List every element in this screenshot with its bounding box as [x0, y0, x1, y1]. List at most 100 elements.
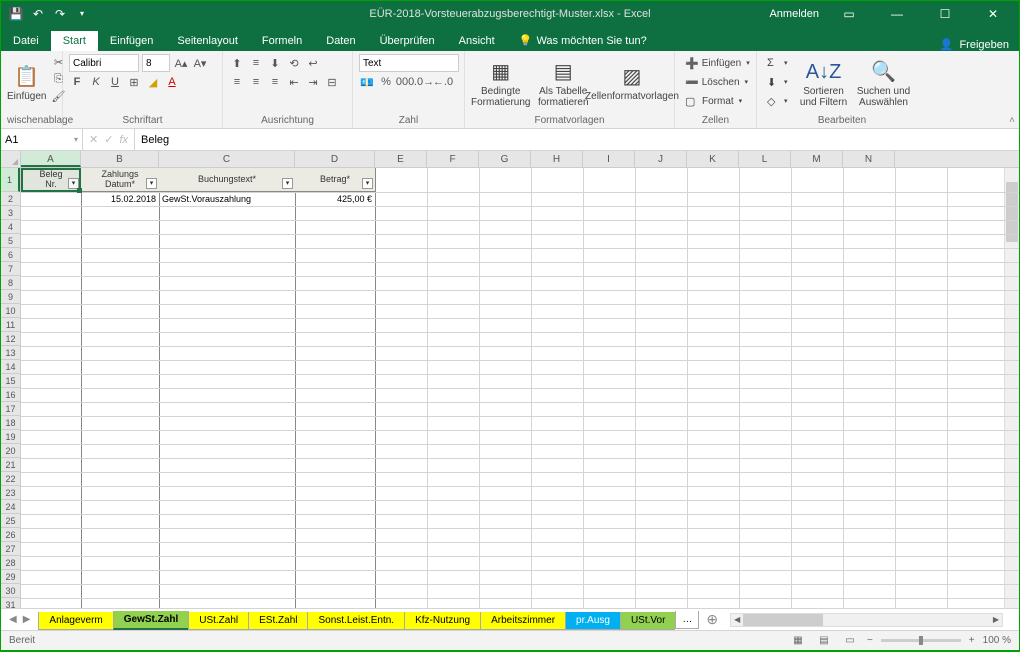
clear-button[interactable]: ◇▾	[763, 92, 792, 110]
row-header-3[interactable]: 3	[1, 206, 20, 220]
sheet-tab-kfz-nutzung[interactable]: Kfz-Nutzung	[404, 612, 481, 630]
sheet-nav-prev-icon[interactable]: ◀	[9, 614, 17, 625]
row-header-18[interactable]: 18	[1, 416, 20, 430]
col-header-E[interactable]: E	[375, 151, 427, 167]
col-header-I[interactable]: I	[583, 151, 635, 167]
font-color-icon[interactable]: A	[164, 74, 180, 90]
tab-home[interactable]: Start	[51, 31, 98, 51]
paste-button[interactable]: 📋 Einfügen	[7, 54, 46, 113]
row-header-14[interactable]: 14	[1, 360, 20, 374]
row-header-24[interactable]: 24	[1, 500, 20, 514]
sheet-tab-sonstleistentn[interactable]: Sonst.Leist.Entn.	[307, 612, 405, 630]
bold-icon[interactable]: F	[69, 74, 85, 90]
col-header-H[interactable]: H	[531, 151, 583, 167]
row-header-6[interactable]: 6	[1, 248, 20, 262]
sheet-more-button[interactable]: …	[675, 611, 699, 629]
decrease-indent-icon[interactable]: ⇤	[286, 74, 302, 90]
align-middle-icon[interactable]: ≡	[248, 55, 264, 71]
format-as-table-button[interactable]: ▤ Als Tabelle formatieren	[534, 54, 592, 113]
share-button[interactable]: Freigeben	[959, 39, 1009, 51]
row-header-17[interactable]: 17	[1, 402, 20, 416]
table-header-B[interactable]: ZahlungsDatum*▾	[81, 168, 159, 192]
tab-layout[interactable]: Seitenlayout	[165, 31, 250, 51]
minimize-icon[interactable]: —	[879, 1, 915, 26]
row-header-20[interactable]: 20	[1, 444, 20, 458]
find-select-button[interactable]: 🔍 Suchen und Auswählen	[856, 54, 912, 113]
number-format-combo[interactable]	[359, 54, 459, 72]
underline-icon[interactable]: U	[107, 74, 123, 90]
row-header-30[interactable]: 30	[1, 584, 20, 598]
tell-me[interactable]: 💡 Was möchten Sie tun?	[507, 30, 659, 51]
tab-review[interactable]: Überprüfen	[368, 31, 447, 51]
name-box[interactable]: A1	[1, 129, 83, 150]
increase-font-icon[interactable]: A▴	[173, 55, 189, 71]
row-header-7[interactable]: 7	[1, 262, 20, 276]
col-header-K[interactable]: K	[687, 151, 739, 167]
tab-view[interactable]: Ansicht	[447, 31, 507, 51]
formula-input[interactable]: Beleg	[135, 129, 1019, 150]
border-icon[interactable]: ⊞	[126, 74, 142, 90]
tab-insert[interactable]: Einfügen	[98, 31, 165, 51]
select-all-corner[interactable]	[1, 151, 21, 167]
signin-link[interactable]: Anmelden	[769, 8, 819, 20]
col-header-M[interactable]: M	[791, 151, 843, 167]
row-header-22[interactable]: 22	[1, 472, 20, 486]
row-header-25[interactable]: 25	[1, 514, 20, 528]
col-header-N[interactable]: N	[843, 151, 895, 167]
page-layout-view-icon[interactable]: ▤	[815, 633, 833, 649]
fx-icon[interactable]: fx	[119, 134, 128, 146]
col-header-D[interactable]: D	[295, 151, 375, 167]
table-header-C[interactable]: Buchungstext*▾	[159, 168, 295, 192]
row-header-11[interactable]: 11	[1, 318, 20, 332]
tab-formulas[interactable]: Formeln	[250, 31, 314, 51]
undo-icon[interactable]: ↶	[31, 7, 45, 21]
col-header-G[interactable]: G	[479, 151, 531, 167]
page-break-view-icon[interactable]: ▭	[841, 633, 859, 649]
insert-cells-button[interactable]: ➕Einfügen▾	[681, 54, 750, 72]
increase-indent-icon[interactable]: ⇥	[305, 74, 321, 90]
row-header-5[interactable]: 5	[1, 234, 20, 248]
align-top-icon[interactable]: ⬆	[229, 55, 245, 71]
sheet-tab-arbeitszimmer[interactable]: Arbeitszimmer	[480, 612, 566, 630]
autosum-button[interactable]: Σ▾	[763, 54, 792, 72]
normal-view-icon[interactable]: ▦	[789, 633, 807, 649]
row-header-27[interactable]: 27	[1, 542, 20, 556]
new-sheet-button[interactable]: ⊕	[698, 611, 726, 628]
wrap-text-icon[interactable]: ↩	[305, 55, 321, 71]
row-header-26[interactable]: 26	[1, 528, 20, 542]
align-left-icon[interactable]: ≡	[229, 74, 245, 90]
row-header-15[interactable]: 15	[1, 374, 20, 388]
comma-icon[interactable]: 000	[397, 74, 413, 90]
align-center-icon[interactable]: ≡	[248, 74, 264, 90]
align-bottom-icon[interactable]: ⬇	[267, 55, 283, 71]
format-cells-button[interactable]: ▢Format▾	[681, 92, 750, 110]
qat-customize-icon[interactable]: ▾	[75, 7, 89, 21]
col-header-L[interactable]: L	[739, 151, 791, 167]
col-header-A[interactable]: A	[21, 151, 81, 167]
conditional-formatting-button[interactable]: ▦ Bedingte Formatierung	[471, 54, 530, 113]
zoom-out-icon[interactable]: −	[867, 635, 873, 646]
fill-color-icon[interactable]: ◢	[145, 74, 161, 90]
cell-B2[interactable]: 15.02.2018	[81, 192, 159, 206]
cancel-formula-icon[interactable]: ✕	[89, 133, 98, 146]
row-header-9[interactable]: 9	[1, 290, 20, 304]
row-header-16[interactable]: 16	[1, 388, 20, 402]
merge-icon[interactable]: ⊟	[324, 74, 340, 90]
collapse-ribbon-icon[interactable]: ˄	[1009, 115, 1015, 126]
sheet-nav-next-icon[interactable]: ▶	[23, 614, 31, 625]
percent-icon[interactable]: %	[378, 74, 394, 90]
align-right-icon[interactable]: ≡	[267, 74, 283, 90]
row-header-21[interactable]: 21	[1, 458, 20, 472]
col-header-B[interactable]: B	[81, 151, 159, 167]
sheet-tab-ustvor[interactable]: USt.Vor	[620, 612, 675, 630]
ribbon-options-icon[interactable]: ▭	[831, 1, 867, 26]
sheet-tab-prausg[interactable]: pr.Ausg	[565, 612, 621, 630]
tab-data[interactable]: Daten	[314, 31, 367, 51]
save-icon[interactable]: 💾	[9, 7, 23, 21]
close-icon[interactable]: ✕	[975, 1, 1011, 26]
font-name-combo[interactable]	[69, 54, 139, 72]
zoom-slider[interactable]	[881, 639, 961, 642]
cell-styles-button[interactable]: ▨ Zellenformatvorlagen	[596, 54, 668, 113]
col-header-J[interactable]: J	[635, 151, 687, 167]
delete-cells-button[interactable]: ➖Löschen▾	[681, 73, 750, 91]
